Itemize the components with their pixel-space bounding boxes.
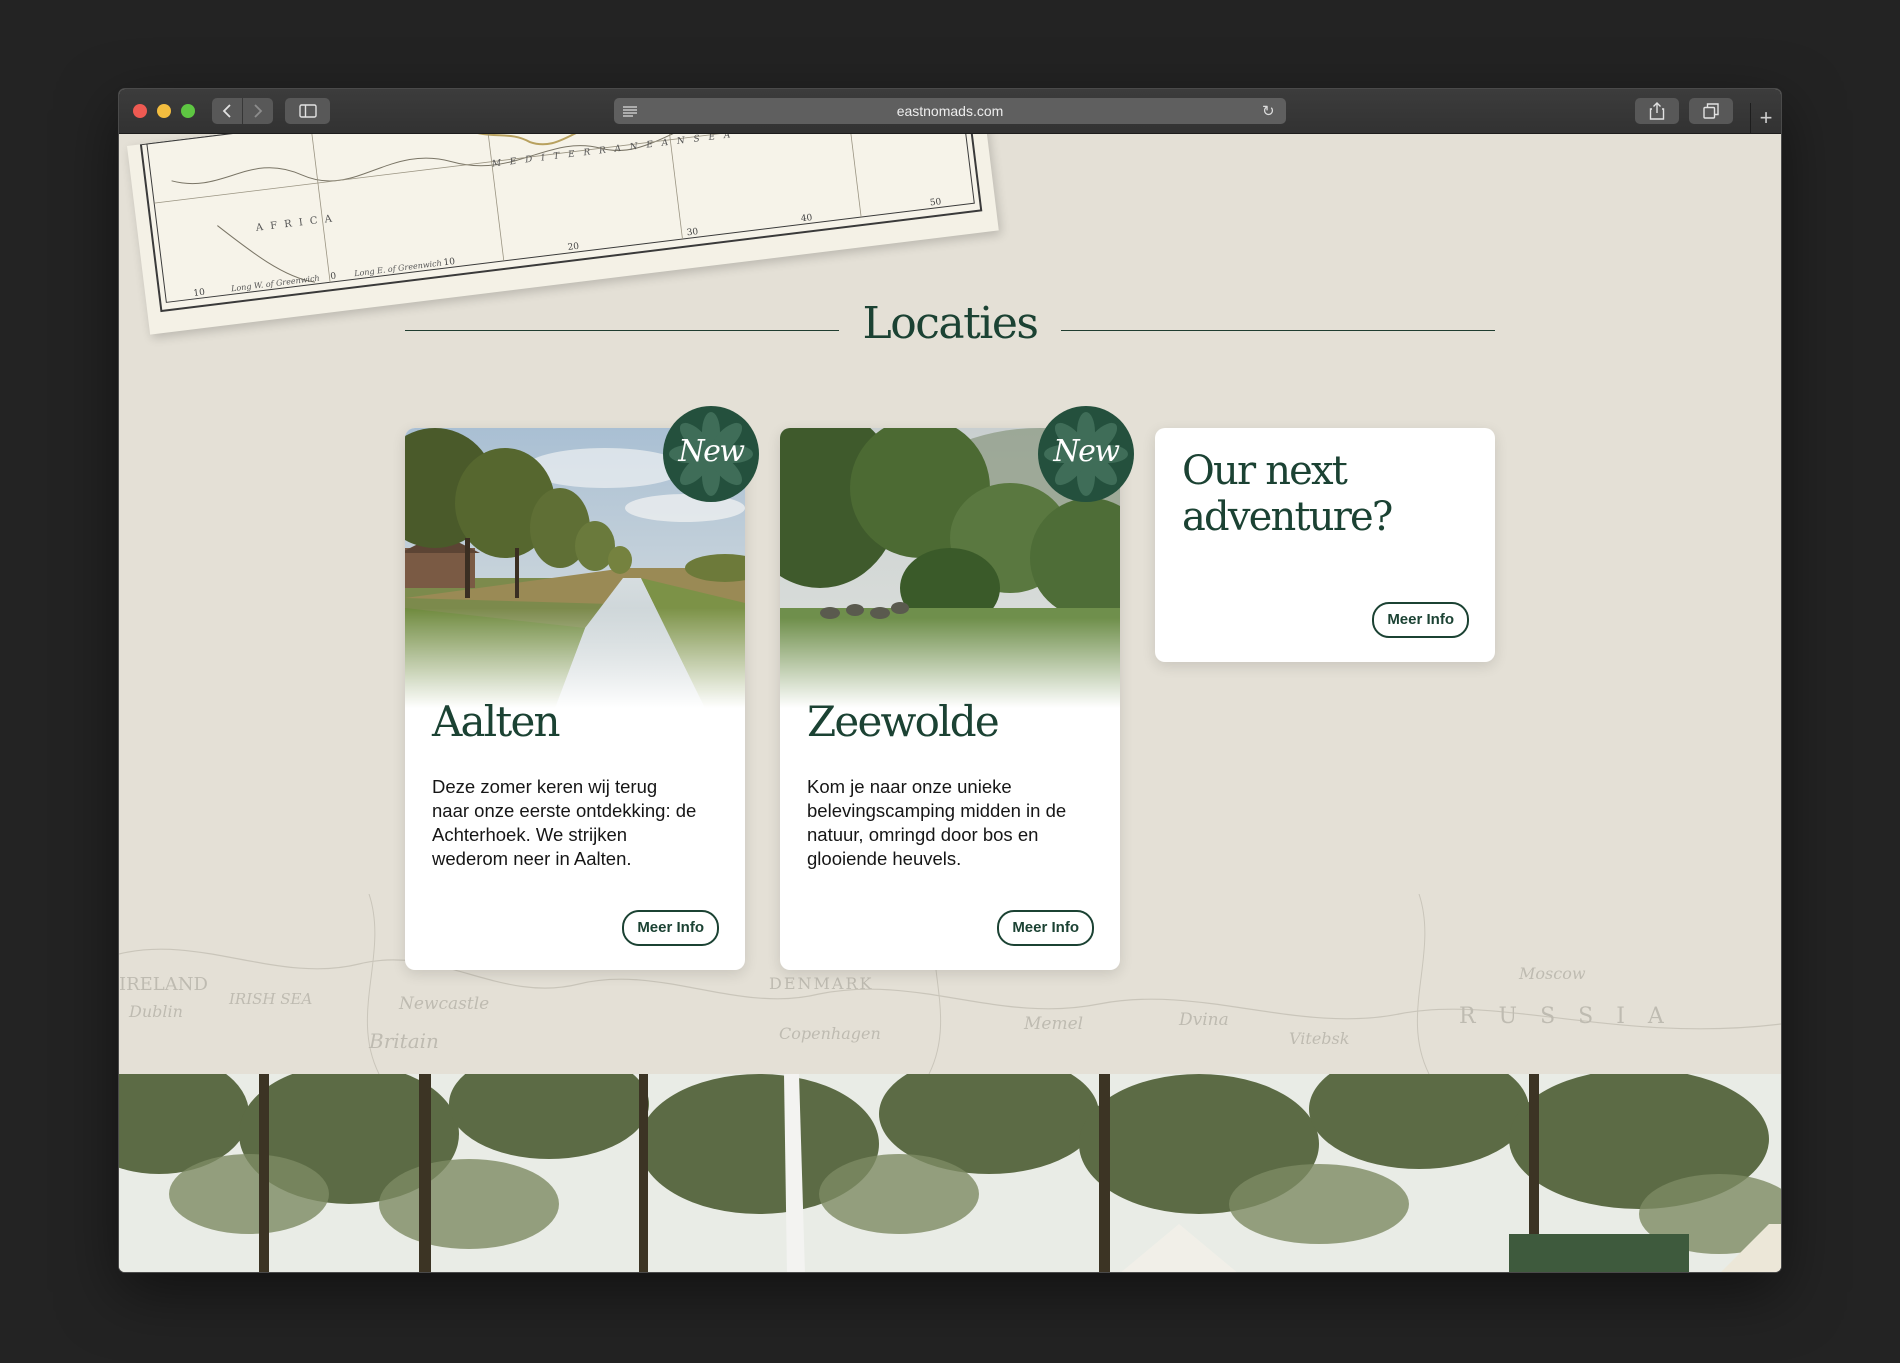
- bg-map-label: R U S S I A: [1459, 1004, 1672, 1029]
- meer-info-button[interactable]: Meer Info: [997, 910, 1094, 946]
- bg-map-label: Britain: [369, 1029, 439, 1053]
- share-icon: [1649, 102, 1665, 120]
- map-tick: 30: [686, 227, 699, 239]
- location-card-zeewolde[interactable]: New Zeewolde Kom je naar onze unieke bel…: [780, 406, 1134, 970]
- url-text[interactable]: eastnomads.com: [614, 98, 1286, 124]
- maximize-window-button[interactable]: [181, 104, 195, 118]
- meer-info-button[interactable]: Meer Info: [1372, 602, 1469, 638]
- card-title: Zeewolde: [807, 697, 1000, 746]
- new-badge: New: [1038, 406, 1134, 502]
- bg-map-label: Dublin: [129, 1002, 183, 1021]
- map-tick: 0: [329, 271, 337, 283]
- sidebar-icon: [298, 104, 317, 118]
- bg-map-label: IRISH SEA: [229, 990, 313, 1008]
- new-badge: New: [663, 406, 759, 502]
- campsite-hero-photo: [119, 1074, 1781, 1272]
- bg-map-label: Newcastle: [399, 994, 490, 1014]
- minimize-window-button[interactable]: [157, 104, 171, 118]
- share-button[interactable]: [1635, 98, 1679, 124]
- new-tab-button[interactable]: +: [1750, 103, 1781, 133]
- location-card-aalten[interactable]: New Aalten Deze zomer keren wij terug na…: [405, 406, 759, 970]
- back-button[interactable]: [212, 98, 242, 124]
- section-header: Locaties: [405, 294, 1495, 354]
- browser-window: eastnomads.com ↻ + A F R I C A M E D I T…: [119, 89, 1781, 1272]
- map-tick: 40: [800, 213, 813, 225]
- sidebar-toggle-button[interactable]: [285, 98, 330, 124]
- divider-line-right: [1061, 330, 1495, 331]
- browser-toolbar: eastnomads.com ↻ +: [119, 89, 1781, 134]
- card-description: Deze zomer keren wij terug naar onze eer…: [432, 776, 697, 869]
- map-tick: 10: [443, 256, 456, 269]
- bg-map-label: DENMARK: [769, 974, 874, 993]
- close-window-button[interactable]: [133, 104, 147, 118]
- bg-map-label: Vitebsk: [1289, 1029, 1350, 1048]
- chevron-right-icon: [254, 104, 263, 118]
- map-tick: 20: [567, 241, 580, 254]
- meer-info-button[interactable]: Meer Info: [622, 910, 719, 946]
- next-adventure-card[interactable]: Our next adventure? Meer Info: [1155, 428, 1495, 662]
- bg-map-label: IRELAND: [119, 974, 208, 995]
- forward-button[interactable]: [243, 98, 273, 124]
- web-page: A F R I C A M E D I T E R R A N E A N S …: [119, 134, 1781, 1272]
- card-title: Our next adventure?: [1182, 448, 1393, 540]
- card-title: Aalten: [432, 697, 561, 746]
- chevron-left-icon: [222, 104, 231, 118]
- section-title: Locaties: [862, 298, 1039, 349]
- bg-map-label: Memel: [1024, 1014, 1084, 1034]
- plus-icon: +: [1759, 105, 1773, 130]
- map-tick: 50: [929, 197, 942, 209]
- show-tabs-button[interactable]: [1689, 98, 1733, 124]
- reload-icon[interactable]: ↻: [1262, 103, 1278, 119]
- tabs-icon: [1703, 103, 1719, 119]
- badge-label: New: [1053, 434, 1120, 469]
- bg-map-label: Copenhagen: [779, 1024, 881, 1043]
- bg-map-label: Dvina: [1179, 1010, 1229, 1030]
- address-bar[interactable]: eastnomads.com ↻: [614, 98, 1286, 124]
- card-description: Kom je naar onze unieke belevingscamping…: [807, 776, 1067, 869]
- bg-map-label: Moscow: [1519, 964, 1586, 983]
- map-tick: 10: [192, 287, 206, 299]
- badge-label: New: [678, 434, 745, 469]
